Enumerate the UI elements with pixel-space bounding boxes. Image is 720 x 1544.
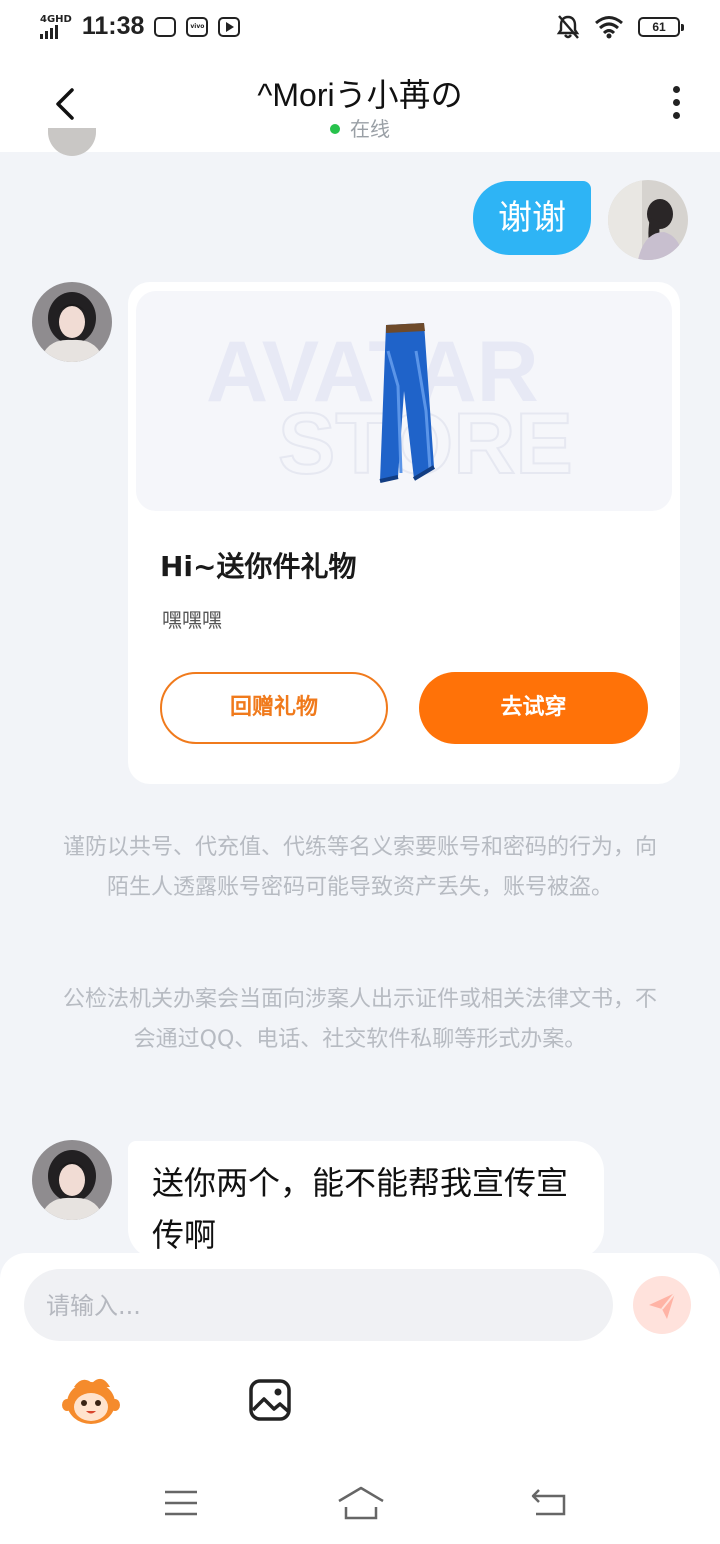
security-notice-2: 公检法机关办案会当面向涉案人出示证件或相关法律文书，不会通过QQ、电话、社交软件… (62, 987, 657, 1052)
sender-avatar-2[interactable] (32, 1140, 112, 1220)
send-icon (649, 1292, 676, 1319)
online-status: 在线 (0, 113, 720, 142)
wallet-icon (154, 16, 177, 37)
message-input-box[interactable] (24, 1269, 613, 1343)
cellular-indicator: 4GHD (40, 13, 72, 39)
try-on-button[interactable]: 去试穿 (419, 672, 648, 744)
emoji-button[interactable] (62, 1373, 120, 1427)
network-type: 4GHD (40, 13, 72, 25)
emoji-icon (62, 1378, 120, 1424)
status-right: 61 (556, 14, 684, 40)
online-status-label: 在线 (350, 117, 390, 141)
signal-icon (40, 24, 72, 39)
received-message-text: 送你两个，能不能帮我宣传宣传啊 (152, 1164, 569, 1254)
status-left: 4GHD 11:38 vivo (40, 12, 241, 41)
gift-image: AVATAR STORE (136, 291, 672, 511)
send-button[interactable] (633, 1276, 691, 1334)
my-avatar[interactable] (608, 180, 688, 260)
sent-message-bubble[interactable]: 谢谢 (473, 181, 591, 255)
menu-icon[interactable] (163, 1488, 199, 1518)
mute-icon (556, 15, 580, 39)
gift-title: Hi~送你件礼物 (160, 550, 357, 583)
return-gift-button[interactable]: 回赠礼物 (160, 672, 388, 744)
home-icon[interactable] (337, 1485, 385, 1521)
vivo-icon: vivo (186, 16, 209, 37)
more-icon[interactable] (668, 86, 684, 126)
wifi-icon (595, 16, 623, 39)
message-input[interactable] (44, 1269, 588, 1343)
status-time: 11:38 (81, 12, 145, 40)
chat-title: ^Moriう小苒の (257, 77, 463, 113)
battery-indicator: 61 (638, 17, 684, 37)
security-notice: 谨防以共号、代充值、代练等名义索要账号和密码的行为，向陌生人透露账号密码可能导致… (62, 835, 657, 900)
play-icon (218, 16, 241, 37)
image-icon[interactable] (248, 1378, 292, 1422)
gift-subtitle: 嘿嘿嘿 (162, 608, 222, 632)
back-nav-icon[interactable] (530, 1486, 568, 1518)
sender-avatar[interactable] (32, 282, 112, 362)
online-dot-icon (330, 123, 340, 134)
